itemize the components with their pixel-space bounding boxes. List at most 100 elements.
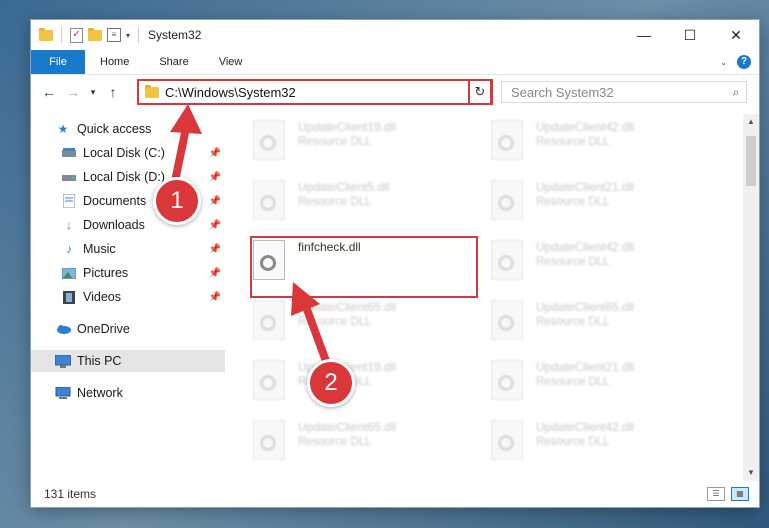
- file-item[interactable]: UpdateClient19.dll Resource DLL: [226, 114, 451, 170]
- scroll-up-arrow-icon[interactable]: ▲: [743, 114, 759, 130]
- file-item[interactable]: UpdateClient65.dll Resource DLL: [226, 294, 451, 350]
- tab-share[interactable]: Share: [144, 50, 203, 74]
- file-type: Resource DLL: [536, 376, 610, 388]
- tab-view[interactable]: View: [204, 50, 258, 74]
- computer-icon: [55, 354, 71, 368]
- documents-icon: [61, 194, 77, 208]
- file-name: UpdateClient65.dll: [536, 300, 635, 314]
- file-name: UpdateClient42.dll: [536, 120, 635, 134]
- sidebar-item-onedrive[interactable]: OneDrive: [31, 318, 225, 340]
- search-icon[interactable]: ⌕: [726, 85, 746, 100]
- close-button[interactable]: ✕: [713, 20, 759, 50]
- quick-access-toolbar: ✓ ≡ ▾: [39, 27, 142, 43]
- view-switcher: ☰ ▦: [707, 487, 749, 501]
- title-bar: ✓ ≡ ▾ System32 — ☐ ✕: [31, 20, 759, 50]
- sidebar-item-pictures[interactable]: Pictures 📌: [31, 262, 225, 284]
- toolbar-divider: [61, 27, 62, 43]
- file-item[interactable]: UpdateClient21.dll Resource DLL: [464, 354, 689, 410]
- refresh-icon: ↻: [474, 84, 486, 99]
- ribbon-right-controls: ⌄ ?: [720, 50, 759, 74]
- pin-icon[interactable]: 📌: [209, 220, 221, 231]
- dll-file-icon: [491, 420, 523, 460]
- videos-icon: [61, 290, 77, 304]
- file-type: Resource DLL: [298, 436, 372, 448]
- pin-icon[interactable]: 📌: [209, 196, 221, 207]
- file-name: finfcheck.dll: [298, 240, 361, 254]
- search-box[interactable]: ⌕: [501, 81, 747, 103]
- sidebar-item-this-pc[interactable]: This PC: [31, 350, 225, 372]
- file-type: Resource DLL: [298, 196, 372, 208]
- file-item[interactable]: UpdateClient65.dll Resource DLL: [464, 294, 689, 350]
- file-item[interactable]: UpdateClient42.dll Resource DLL: [464, 234, 689, 290]
- toolbar-divider: [138, 27, 140, 43]
- drive-icon: [61, 146, 77, 160]
- file-type: Resource DLL: [536, 196, 610, 208]
- pin-icon[interactable]: 📌: [209, 172, 221, 183]
- dll-file-icon: [253, 180, 285, 220]
- cloud-icon: [55, 322, 71, 336]
- back-arrow-icon[interactable]: ←: [37, 84, 61, 100]
- large-icons-view-icon[interactable]: ▦: [731, 487, 749, 501]
- sidebar-item-label: Local Disk (C:): [83, 146, 165, 160]
- file-item[interactable]: UpdateClient42.dll Resource DLL: [464, 114, 689, 170]
- file-type: Resource DLL: [536, 256, 610, 268]
- file-item[interactable]: UpdateClient42.dll Resource DLL: [464, 414, 689, 470]
- folder-icon[interactable]: [39, 27, 53, 41]
- new-folder-icon[interactable]: [88, 27, 102, 41]
- recent-locations-chevron-icon[interactable]: ▾: [85, 87, 101, 98]
- up-arrow-icon[interactable]: ↑: [101, 84, 125, 100]
- sidebar-item-network[interactable]: Network: [31, 382, 225, 404]
- pin-icon[interactable]: 📌: [209, 244, 221, 255]
- help-icon[interactable]: ?: [737, 55, 751, 69]
- file-item-finfcheck[interactable]: finfcheck.dll: [226, 234, 451, 290]
- customize-toolbar-chevron-icon[interactable]: ▾: [126, 31, 130, 40]
- dll-file-icon: [491, 360, 523, 400]
- sidebar-item-label: Documents: [83, 194, 147, 208]
- pin-icon[interactable]: 📌: [209, 148, 221, 159]
- file-name: UpdateClient21.dll: [536, 180, 635, 194]
- properties-icon[interactable]: ≡: [107, 28, 121, 42]
- file-item[interactable]: UpdateClient5.dll Resource DLL: [226, 174, 451, 230]
- file-name: UpdateClient5.dll: [298, 180, 390, 194]
- chevron-down-icon[interactable]: ⌄: [720, 58, 727, 67]
- address-path[interactable]: C:\Windows\System32: [165, 85, 475, 100]
- forward-arrow-icon[interactable]: →: [61, 84, 85, 100]
- star-icon: ★: [57, 122, 69, 136]
- sidebar-item-videos[interactable]: Videos 📌: [31, 286, 225, 308]
- file-name: UpdateClient42.dll: [536, 240, 635, 254]
- scrollbar-thumb[interactable]: [746, 136, 756, 186]
- file-item[interactable]: UpdateClient65.dll Resource DLL: [226, 414, 451, 470]
- scroll-down-arrow-icon[interactable]: ▼: [743, 465, 759, 481]
- file-type: Resource DLL: [536, 316, 610, 328]
- search-input[interactable]: [502, 83, 726, 101]
- maximize-button[interactable]: ☐: [667, 20, 713, 50]
- navigation-pane: ★ Quick access Local Disk (C:) 📌 Local D…: [31, 114, 225, 481]
- file-explorer-window: ✓ ≡ ▾ System32 — ☐ ✕ File Home Share Vie…: [31, 20, 759, 507]
- minimize-button[interactable]: —: [621, 20, 667, 50]
- sidebar-item-quick-access[interactable]: ★ Quick access: [31, 118, 225, 140]
- sidebar-item-local-disk-d[interactable]: Local Disk (D:) 📌: [31, 166, 225, 188]
- sidebar-item-label: Local Disk (D:): [83, 170, 165, 184]
- sidebar-item-label: Music: [83, 242, 116, 256]
- sidebar-item-label: Quick access: [77, 122, 152, 136]
- music-icon: ♪: [66, 242, 72, 256]
- sidebar-item-music[interactable]: ♪ Music 📌: [31, 238, 225, 260]
- file-name: UpdateClient42.dll: [536, 420, 635, 434]
- network-icon: [55, 386, 71, 400]
- window-title: System32: [148, 28, 202, 42]
- tab-file[interactable]: File: [31, 50, 85, 74]
- sidebar-item-downloads[interactable]: ↓ Downloads 📌: [31, 214, 225, 236]
- vertical-scrollbar[interactable]: ▲ ▼: [743, 114, 759, 481]
- refresh-button[interactable]: ↻: [468, 79, 492, 105]
- details-view-icon[interactable]: ☰: [707, 487, 725, 501]
- sidebar-item-local-disk-c[interactable]: Local Disk (C:) 📌: [31, 142, 225, 164]
- tab-home[interactable]: Home: [85, 50, 144, 74]
- pin-icon[interactable]: 📌: [209, 292, 221, 303]
- file-name: UpdateClient65.dll: [298, 300, 397, 314]
- pin-icon[interactable]: 📌: [209, 268, 221, 279]
- sidebar-item-label: This PC: [77, 354, 122, 368]
- file-type: Resource DLL: [536, 436, 610, 448]
- address-bar[interactable]: C:\Windows\System32 ⌄: [137, 79, 493, 105]
- file-item[interactable]: UpdateClient21.dll Resource DLL: [464, 174, 689, 230]
- checklist-icon[interactable]: ✓: [70, 27, 83, 43]
